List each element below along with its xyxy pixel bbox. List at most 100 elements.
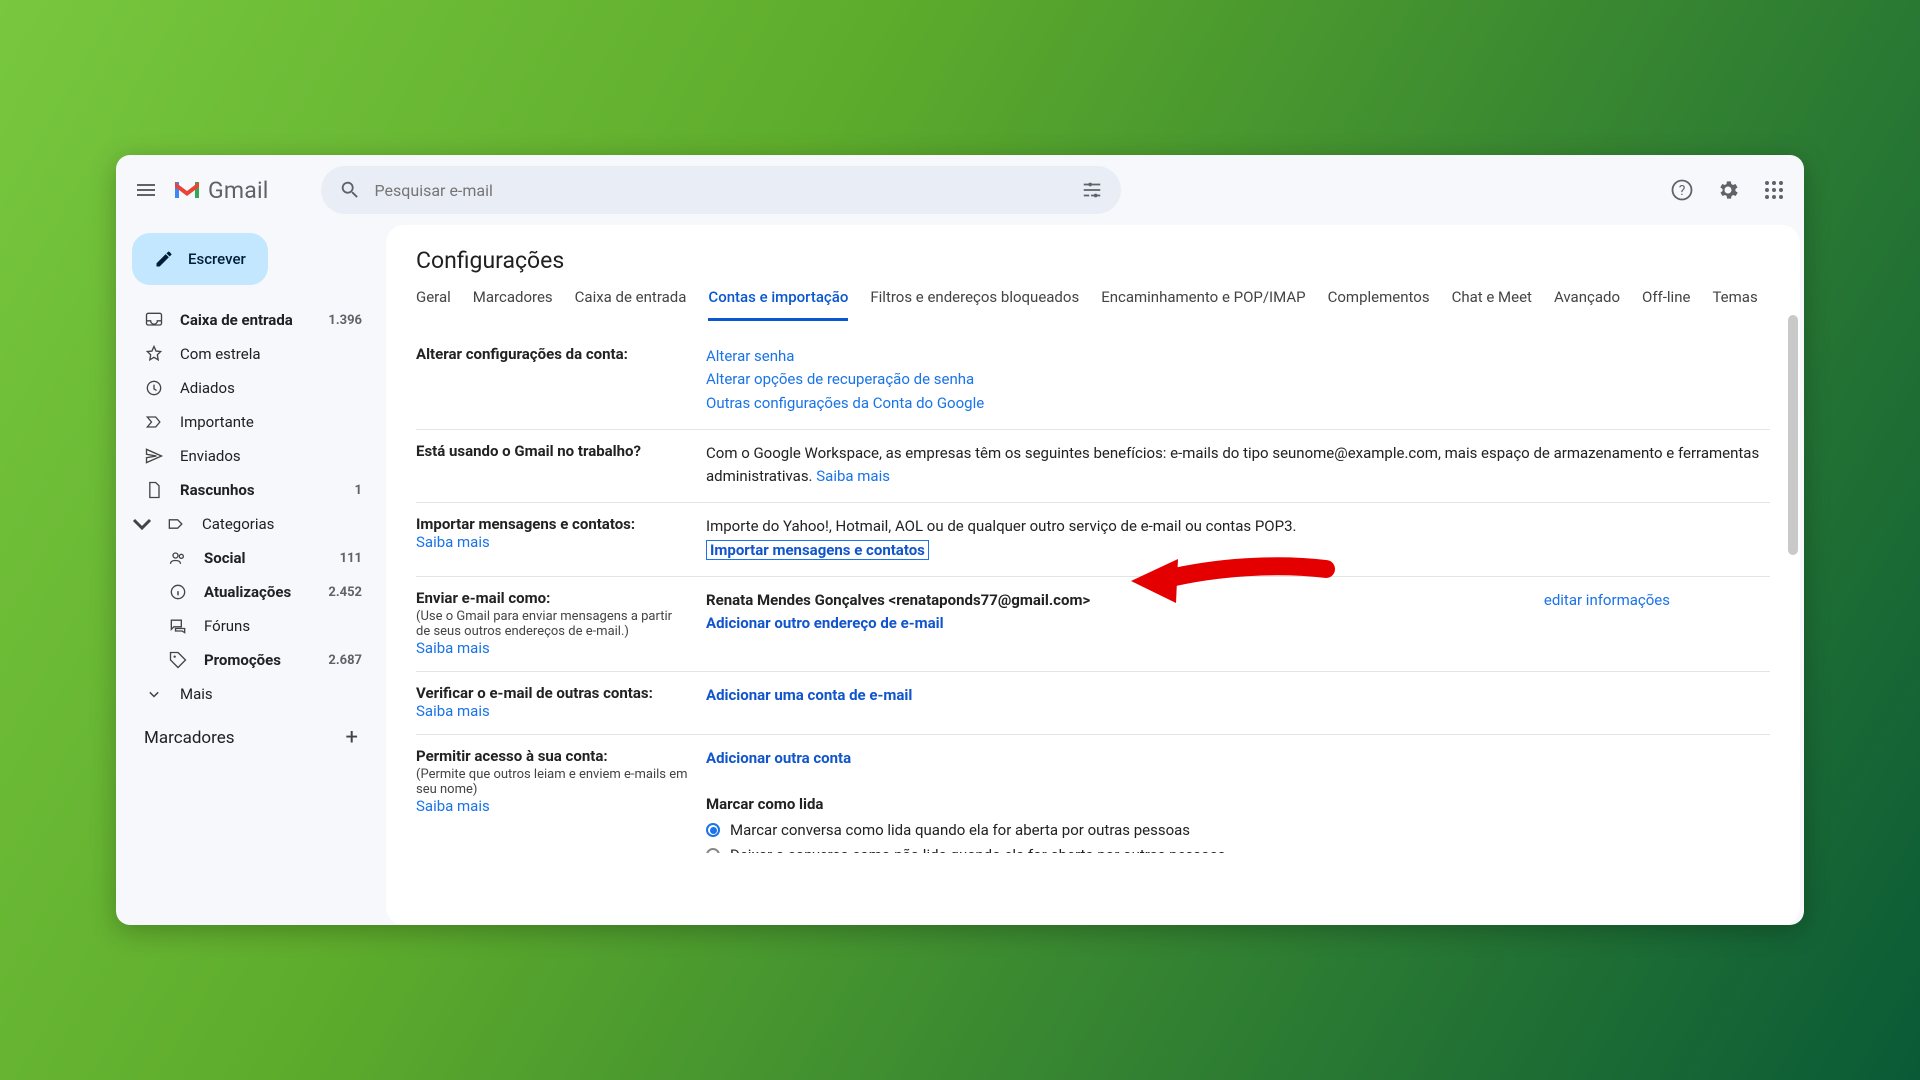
tab-offline[interactable]: Off-line [1642, 288, 1690, 321]
logo[interactable]: Gmail [172, 177, 269, 204]
sidebar-item-important[interactable]: Importante [126, 405, 376, 439]
tab-temas[interactable]: Temas [1712, 288, 1757, 321]
important-icon [144, 412, 164, 432]
section-sendas: Enviar e-mail como: (Use o Gmail para en… [416, 577, 1770, 672]
sidebar: Escrever Caixa de entrada1.396 Com estre… [116, 225, 386, 925]
mark-title: Marcar como lida [706, 795, 823, 813]
main-panel: Configurações Geral Marcadores Caixa de … [386, 225, 1800, 925]
sidebar-item-updates[interactable]: Atualizações2.452 [126, 575, 376, 609]
labels-header: Marcadores + [126, 711, 376, 750]
draft-icon [144, 480, 164, 500]
link-recovery[interactable]: Alterar opções de recuperação de senha [706, 370, 974, 388]
menu-icon[interactable] [134, 178, 158, 202]
category-icon [166, 514, 186, 534]
page-title: Configurações [386, 225, 1800, 288]
tab-complementos[interactable]: Complementos [1328, 288, 1430, 321]
section-title: Permitir acesso à sua conta: [416, 747, 688, 765]
sidebar-item-promotions[interactable]: Promoções2.687 [126, 643, 376, 677]
radio-label: Deixar a conversa como não lida quando e… [730, 844, 1225, 853]
identity-text: Renata Mendes Gonçalves <renataponds77@g… [706, 591, 1090, 609]
sidebar-item-sent[interactable]: Enviados [126, 439, 376, 473]
link-add-email[interactable]: Adicionar outro endereço de e-mail [706, 614, 944, 632]
settings-body: Alterar configurações da conta: Alterar … [386, 333, 1800, 853]
tab-encaminhamento[interactable]: Encaminhamento e POP/IMAP [1101, 288, 1305, 321]
sidebar-item-social[interactable]: Social111 [126, 541, 376, 575]
section-title: Está usando o Gmail no trabalho? [416, 442, 688, 460]
tab-avancado[interactable]: Avançado [1554, 288, 1620, 321]
radio-label: Marcar conversa como lida quando ela for… [730, 819, 1190, 842]
radio-icon [706, 848, 720, 853]
link-learn-more[interactable]: Saiba mais [416, 639, 490, 657]
tab-caixa[interactable]: Caixa de entrada [575, 288, 687, 321]
people-icon [168, 548, 188, 568]
gmail-icon [172, 178, 202, 202]
section-subtitle: (Use o Gmail para enviar mensagens a par… [416, 609, 688, 639]
link-google-account[interactable]: Outras configurações da Conta do Google [706, 394, 984, 412]
section-title: Enviar e-mail como: [416, 589, 688, 607]
scrollbar[interactable] [1788, 315, 1798, 555]
topbar: Gmail ? [116, 155, 1804, 225]
sidebar-item-categories[interactable]: Categorias [126, 507, 376, 541]
tag-icon [168, 650, 188, 670]
chevron-down-icon [132, 514, 152, 534]
svg-text:?: ? [1679, 183, 1686, 199]
sidebar-item-snoozed[interactable]: Adiados [126, 371, 376, 405]
topbar-actions: ? [1670, 178, 1786, 202]
link-learn-more[interactable]: Saiba mais [816, 467, 890, 485]
radio-mark-read[interactable]: Marcar conversa como lida quando ela for… [706, 819, 1770, 842]
section-grant: Permitir acesso à sua conta: (Permite qu… [416, 735, 1770, 853]
clock-icon [144, 378, 164, 398]
info-icon [168, 582, 188, 602]
sidebar-item-inbox[interactable]: Caixa de entrada1.396 [126, 303, 376, 337]
section-account: Alterar configurações da conta: Alterar … [416, 333, 1770, 430]
section-subtitle: (Permite que outros leiam e enviem e-mai… [416, 767, 688, 797]
section-work: Está usando o Gmail no trabalho? Com o G… [416, 430, 1770, 504]
help-icon[interactable]: ? [1670, 178, 1694, 202]
link-learn-more[interactable]: Saiba mais [416, 533, 490, 551]
tab-marcadores[interactable]: Marcadores [473, 288, 553, 321]
search-bar[interactable] [321, 166, 1121, 214]
inbox-icon [144, 310, 164, 330]
sidebar-item-more[interactable]: Mais [126, 677, 376, 711]
sidebar-item-starred[interactable]: Com estrela [126, 337, 376, 371]
link-learn-more[interactable]: Saiba mais [416, 702, 490, 720]
link-add-account[interactable]: Adicionar uma conta de e-mail [706, 686, 912, 704]
link-add-other-account[interactable]: Adicionar outra conta [706, 749, 851, 767]
forum-icon [168, 616, 188, 636]
section-title: Alterar configurações da conta: [416, 345, 688, 363]
tab-filtros[interactable]: Filtros e endereços bloqueados [870, 288, 1079, 321]
labels-title: Marcadores [144, 728, 235, 748]
search-icon [339, 179, 361, 201]
body: Escrever Caixa de entrada1.396 Com estre… [116, 225, 1804, 925]
tab-contas[interactable]: Contas e importação [708, 288, 848, 321]
apps-icon[interactable] [1762, 178, 1786, 202]
settings-icon[interactable] [1716, 178, 1740, 202]
section-check: Verificar o e-mail de outras contas: Sai… [416, 672, 1770, 735]
section-import: Importar mensagens e contatos: Saiba mai… [416, 503, 1770, 577]
sidebar-item-forums[interactable]: Fóruns [126, 609, 376, 643]
link-learn-more[interactable]: Saiba mais [416, 797, 490, 815]
radio-icon [706, 823, 720, 837]
radio-leave-unread[interactable]: Deixar a conversa como não lida quando e… [706, 844, 1770, 853]
pencil-icon [154, 249, 174, 269]
tab-geral[interactable]: Geral [416, 288, 451, 321]
tab-chat[interactable]: Chat e Meet [1452, 288, 1532, 321]
section-text: Importe do Yahoo!, Hotmail, AOL ou de qu… [706, 517, 1296, 535]
link-change-password[interactable]: Alterar senha [706, 347, 794, 365]
add-label-button[interactable]: + [346, 725, 358, 750]
logo-text: Gmail [208, 177, 269, 204]
chevron-down-icon [144, 684, 164, 704]
compose-button[interactable]: Escrever [132, 233, 268, 285]
tabs: Geral Marcadores Caixa de entrada Contas… [386, 288, 1800, 321]
compose-label: Escrever [188, 250, 246, 268]
send-icon [144, 446, 164, 466]
tune-icon[interactable] [1081, 179, 1103, 201]
star-icon [144, 344, 164, 364]
section-title: Importar mensagens e contatos: [416, 515, 688, 533]
search-input[interactable] [375, 181, 1081, 200]
link-import-messages[interactable]: Importar mensagens e contatos [706, 540, 929, 560]
sidebar-item-drafts[interactable]: Rascunhos1 [126, 473, 376, 507]
section-title: Verificar o e-mail de outras contas: [416, 684, 688, 702]
app-window: Gmail ? Escrever Caixa de entrada1.396 C… [116, 155, 1804, 925]
link-edit-info[interactable]: editar informações [1544, 589, 1670, 612]
